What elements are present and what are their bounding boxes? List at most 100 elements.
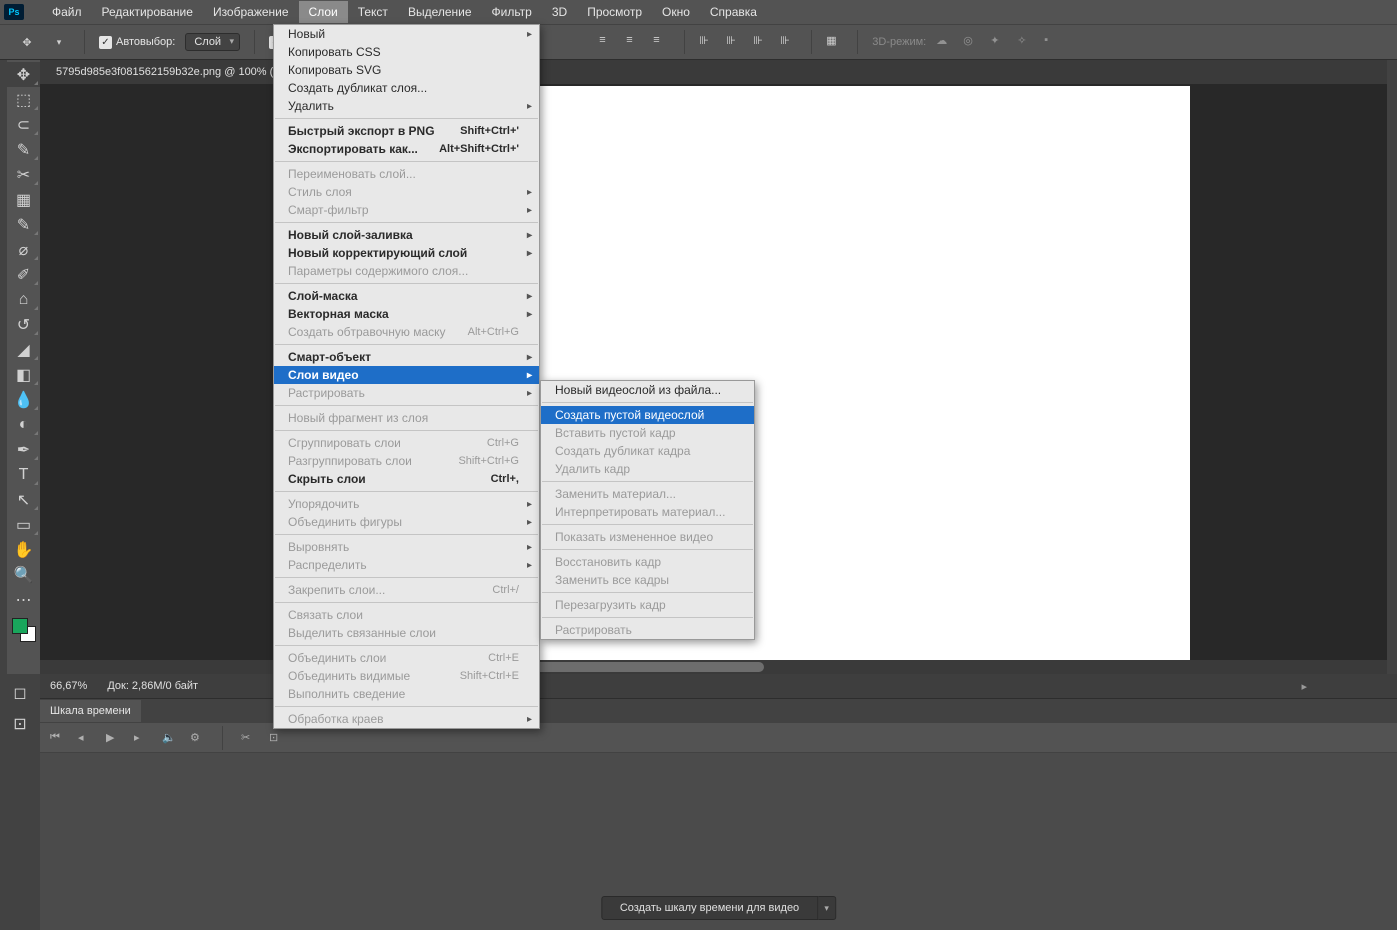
crop-tool[interactable]: ✂ (7, 162, 40, 187)
horizontal-scrollbar[interactable] (40, 660, 1387, 674)
menu-item[interactable]: Новый слой-заливка (274, 226, 539, 244)
menu-просмотр[interactable]: Просмотр (577, 1, 652, 23)
menu-item[interactable]: Слой-маска (274, 287, 539, 305)
menu-item: Смарт-фильтр (274, 201, 539, 219)
menu-item: Стиль слоя (274, 183, 539, 201)
menu-item[interactable]: Экспортировать как...Alt+Shift+Ctrl+' (274, 140, 539, 158)
autoselect-target-select[interactable]: Слой (185, 33, 240, 51)
menu-слои[interactable]: Слои (299, 1, 348, 23)
menu-item[interactable]: Быстрый экспорт в PNGShift+Ctrl+' (274, 122, 539, 140)
menu-item: Переименовать слой... (274, 165, 539, 183)
menu-item[interactable]: Смарт-объект (274, 348, 539, 366)
menu-item: Объединить фигуры (274, 513, 539, 531)
menu-item: Выполнить сведение (274, 685, 539, 703)
menu-item: Вставить пустой кадр (541, 424, 754, 442)
brush-tool[interactable]: ✐ (7, 262, 40, 287)
menu-справка[interactable]: Справка (700, 1, 767, 23)
marquee-tool[interactable]: ⬚ (7, 87, 40, 112)
zoom-tool[interactable]: 🔍 (7, 562, 40, 587)
eraser-tool[interactable]: ◢ (7, 337, 40, 362)
menu-item[interactable]: Создать пустой видеослой (541, 406, 754, 424)
history-brush-tool[interactable]: ↺ (7, 312, 40, 337)
prev-frame-icon[interactable]: ◂ (78, 731, 92, 745)
move-tool[interactable]: ✥ (7, 62, 40, 87)
menu-item: Интерпретировать материал... (541, 503, 754, 521)
stamp-tool[interactable]: ⌂ (7, 287, 40, 312)
menu-текст[interactable]: Текст (348, 1, 398, 23)
menu-item: Создать дубликат кадра (541, 442, 754, 460)
menu-item[interactable]: Скрыть слоиCtrl+, (274, 470, 539, 488)
options-icon[interactable]: ⚙ (190, 731, 204, 745)
menu-окно[interactable]: Окно (652, 1, 700, 23)
eyedropper-tool[interactable]: ✎ (7, 212, 40, 237)
tool-preset-dropdown[interactable]: ▾ (48, 31, 70, 53)
type-tool[interactable]: T (7, 462, 40, 487)
options-bar: ✥ ▾ ✓Автовыбор: Слой ✓Показ. ≡≡≡ ⊪⊪⊪⊪ ▦ … (0, 24, 1397, 60)
screenmode-icon[interactable]: ⊡ (6, 711, 34, 736)
zoom-value[interactable]: 66,67% (50, 680, 87, 692)
menu-item[interactable]: Копировать SVG (274, 61, 539, 79)
document-tab[interactable]: 5795d985e3f081562159b32e.png @ 100% (R (48, 62, 289, 82)
shape-tool[interactable]: ▭ (7, 512, 40, 537)
menu-item: Параметры содержимого слоя... (274, 262, 539, 280)
menu-item: Новый фрагмент из слоя (274, 409, 539, 427)
menu-item[interactable]: Новый корректирующий слой (274, 244, 539, 262)
menu-item[interactable]: Слои видео (274, 366, 539, 384)
menu-item[interactable]: Новый (274, 25, 539, 43)
split-icon[interactable]: ✂ (241, 731, 255, 745)
pen-tool[interactable]: ✒ (7, 437, 40, 462)
menu-item: Обработка краев (274, 710, 539, 728)
hand-tool[interactable]: ✋ (7, 537, 40, 562)
menu-изображение[interactable]: Изображение (203, 1, 299, 23)
menu-3d[interactable]: 3D (542, 1, 577, 23)
menu-item: Объединить видимыеShift+Ctrl+E (274, 667, 539, 685)
next-frame-icon[interactable]: ▸ (134, 731, 148, 745)
edit-toolbar[interactable]: ⋯ (7, 587, 40, 612)
timeline-panel: Шкала времени ⏮ ◂ ▶ ▸ 🔈 ⚙ ✂ ⊡ Создать шк… (40, 698, 1397, 930)
move-tool-icon[interactable]: ✥ (16, 31, 38, 53)
create-video-timeline-button[interactable]: Создать шкалу времени для видео (601, 896, 818, 920)
menu-item: Восстановить кадр (541, 553, 754, 571)
distribute-icons[interactable]: ⊪⊪⊪⊪ (699, 34, 797, 51)
transition-icon[interactable]: ⊡ (269, 731, 283, 745)
doc-info[interactable]: Док: 2,86M/0 байт (107, 680, 198, 692)
menu-item[interactable]: Векторная маска (274, 305, 539, 323)
timeline-track-area[interactable]: Создать шкалу времени для видео ▾ (40, 753, 1397, 930)
3d-icons[interactable]: ☁◎✦✧▪ (936, 34, 1061, 51)
blur-tool[interactable]: 💧 (7, 387, 40, 412)
menu-item[interactable]: Копировать CSS (274, 43, 539, 61)
auto-align-icon[interactable]: ▦ (826, 34, 843, 51)
menu-item: Выделить связанные слои (274, 624, 539, 642)
play-icon[interactable]: ▶ (106, 731, 120, 745)
timeline-tab[interactable]: Шкала времени (40, 700, 141, 722)
gradient-tool[interactable]: ◧ (7, 362, 40, 387)
menu-выделение[interactable]: Выделение (398, 1, 482, 23)
create-timeline-dropdown[interactable]: ▾ (818, 896, 836, 920)
quickmask-icon[interactable]: ◻ (6, 680, 34, 705)
align-icons[interactable]: ≡≡≡ (599, 34, 670, 51)
lasso-tool[interactable]: ⊂ (7, 112, 40, 137)
audio-icon[interactable]: 🔈 (162, 731, 176, 745)
layers-menu-dropdown: НовыйКопировать CSSКопировать SVGСоздать… (273, 24, 540, 729)
menu-редактирование[interactable]: Редактирование (92, 1, 203, 23)
quick-select-tool[interactable]: ✎ (7, 137, 40, 162)
menu-item: Заменить все кадры (541, 571, 754, 589)
menu-item[interactable]: Удалить (274, 97, 539, 115)
dodge-tool[interactable]: ◐ (7, 412, 40, 437)
menu-item: Создать обтравочную маскуAlt+Ctrl+G (274, 323, 539, 341)
menu-item[interactable]: Создать дубликат слоя... (274, 79, 539, 97)
menu-item: Разгруппировать слоиShift+Ctrl+G (274, 452, 539, 470)
status-flyout-icon[interactable]: ▸ (1301, 680, 1307, 693)
autoselect-checkbox[interactable]: ✓Автовыбор: (99, 36, 175, 49)
goto-first-icon[interactable]: ⏮ (50, 731, 64, 745)
menu-item: Заменить материал... (541, 485, 754, 503)
heal-tool[interactable]: ⌀ (7, 237, 40, 262)
color-swatches[interactable] (12, 618, 36, 642)
menu-файл[interactable]: Файл (42, 1, 92, 23)
frame-tool[interactable]: ▦ (7, 187, 40, 212)
menu-item[interactable]: Новый видеослой из файла... (541, 381, 754, 399)
menu-item: Выровнять (274, 538, 539, 556)
menu-item: Распределить (274, 556, 539, 574)
menu-фильтр[interactable]: Фильтр (482, 1, 542, 23)
path-select-tool[interactable]: ↖ (7, 487, 40, 512)
